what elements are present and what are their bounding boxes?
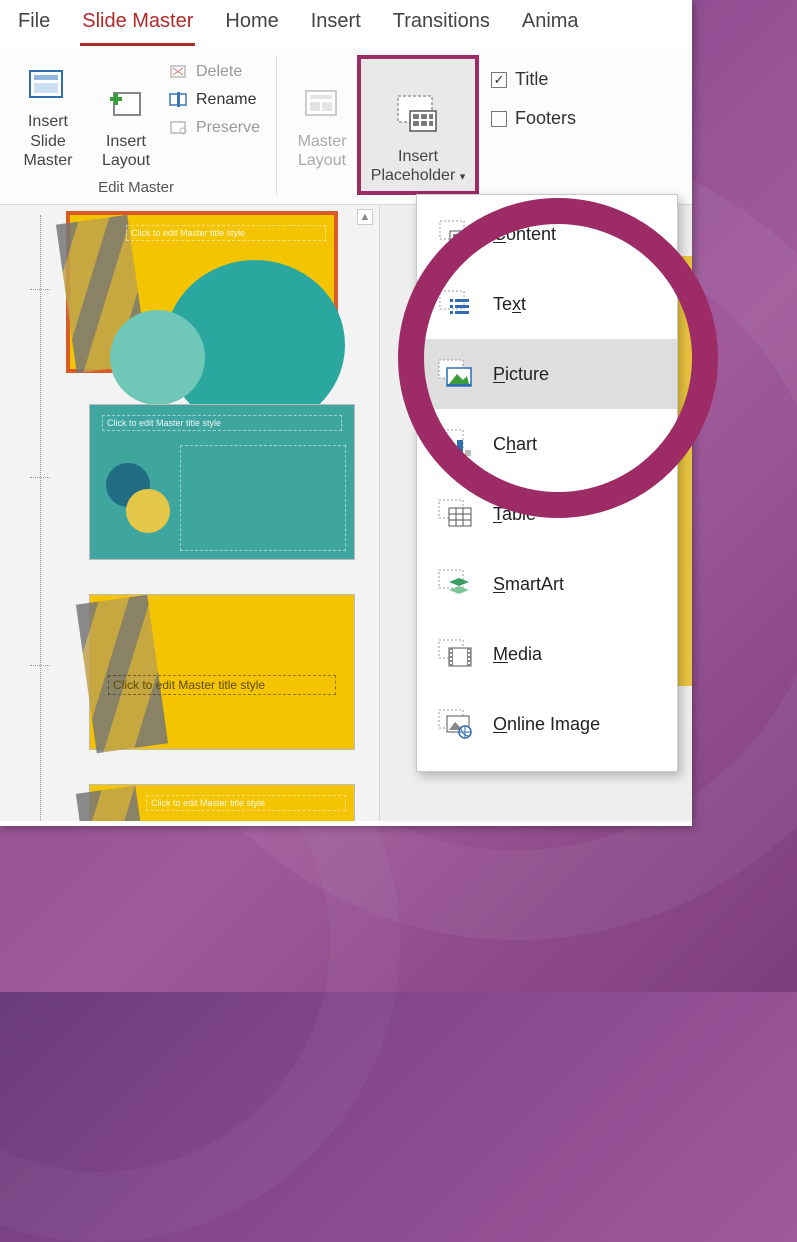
- insert-placeholder-icon: [394, 93, 442, 141]
- chevron-down-icon: ▾: [460, 171, 466, 183]
- checkbox-checked-icon: ✓: [491, 72, 507, 88]
- insert-layout-label: Insert Layout: [93, 132, 159, 170]
- tab-slide-master[interactable]: Slide Master: [80, 6, 195, 46]
- thumbnail-title-placeholder: Click to edit Master title style: [102, 415, 342, 431]
- checkbox-unchecked-icon: [491, 111, 507, 127]
- layout-thumbnail-3[interactable]: Click to edit Master title style: [90, 785, 354, 821]
- placeholder-option-chart[interactable]: Chart: [417, 409, 677, 479]
- placeholder-option-smartart[interactable]: SmartArt: [417, 549, 677, 619]
- tree-tick: [30, 289, 50, 290]
- media-icon: [437, 637, 475, 671]
- tree-tick: [30, 665, 50, 666]
- layout-thumbnail-2[interactable]: Click to edit Master title style: [90, 595, 354, 749]
- outline-tree-line: [40, 215, 41, 821]
- placeholder-checkboxes: ✓ Title Footers: [479, 55, 584, 129]
- insert-placeholder-button[interactable]: Insert Placeholder ▾: [361, 59, 475, 191]
- rename-label: Rename: [196, 91, 256, 109]
- insert-layout-button[interactable]: Insert Layout: [90, 55, 162, 177]
- picture-icon: [437, 357, 475, 391]
- thumbnail-title-placeholder: Click to edit Master title style: [108, 675, 336, 695]
- tab-home[interactable]: Home: [223, 6, 280, 46]
- powerpoint-window: File Slide Master Home Insert Transition…: [0, 0, 692, 826]
- master-layout-icon: [301, 84, 343, 124]
- placeholder-option-label: Online Image: [493, 714, 600, 735]
- preserve-button: Preserve: [162, 117, 266, 139]
- slide-thumbnail-pane[interactable]: ▲ Click to edit Master title style Click…: [0, 205, 380, 821]
- thumbnail-graphic: [126, 489, 170, 533]
- delete-label: Delete: [196, 63, 242, 81]
- footers-checkbox[interactable]: Footers: [491, 108, 576, 129]
- placeholder-option-content[interactable]: Content: [417, 199, 677, 269]
- tab-insert[interactable]: Insert: [309, 6, 363, 46]
- insert-slide-master-button[interactable]: Insert Slide Master: [6, 55, 90, 177]
- table-icon: [437, 497, 475, 531]
- title-checkbox-label: Title: [515, 69, 548, 90]
- placeholder-option-media[interactable]: Media: [417, 619, 677, 689]
- text-icon: [437, 287, 475, 321]
- tab-transitions[interactable]: Transitions: [391, 6, 492, 46]
- content-icon: [437, 217, 475, 251]
- chart-icon: [437, 427, 475, 461]
- placeholder-option-online-image[interactable]: Online Image: [417, 689, 677, 759]
- thumbnail-title-placeholder: Click to edit Master title style: [126, 225, 326, 241]
- placeholder-option-label: Table: [493, 504, 536, 525]
- insert-slide-master-icon: [27, 64, 69, 104]
- placeholder-option-table[interactable]: Table: [417, 479, 677, 549]
- preserve-icon: [168, 119, 190, 137]
- tree-tick: [30, 477, 50, 478]
- rename-icon: [168, 91, 190, 109]
- placeholder-option-picture[interactable]: Picture: [417, 339, 677, 409]
- title-checkbox[interactable]: ✓ Title: [491, 69, 576, 90]
- thumbnail-body-placeholder: [180, 445, 346, 551]
- ribbon-group-master-layout: Master Layout Insert Placeholder ▾: [287, 55, 584, 195]
- placeholder-option-label: Content: [493, 224, 556, 245]
- placeholder-option-text[interactable]: Text: [417, 269, 677, 339]
- ribbon-tabs: File Slide Master Home Insert Transition…: [0, 0, 692, 47]
- placeholder-option-label: SmartArt: [493, 574, 564, 595]
- delete-button: Delete: [162, 61, 266, 83]
- tab-animations[interactable]: Anima: [520, 6, 581, 46]
- insert-placeholder-highlight: Insert Placeholder ▾: [357, 55, 479, 195]
- master-layout-button: Master Layout: [287, 55, 357, 177]
- edit-master-mini-buttons: Delete Rename Preserve: [162, 55, 266, 139]
- layout-thumbnail-1[interactable]: Click to edit Master title style: [90, 405, 354, 559]
- thumbnail-graphic: [76, 786, 156, 821]
- ribbon-group-edit-master: Insert Slide Master Insert Layout: [6, 55, 266, 200]
- insert-layout-icon: [105, 84, 147, 124]
- slide-master-thumbnail[interactable]: Click to edit Master title style: [70, 215, 334, 369]
- tab-file[interactable]: File: [16, 6, 52, 46]
- insert-slide-master-label: Insert Slide Master: [9, 112, 87, 170]
- thumbnail-graphic: [110, 310, 205, 405]
- scroll-up-button[interactable]: ▲: [357, 209, 373, 225]
- placeholder-option-label: Picture: [493, 364, 549, 385]
- group-label-edit-master: Edit Master: [98, 177, 174, 200]
- ribbon-separator: [276, 55, 277, 195]
- preserve-label: Preserve: [196, 119, 260, 137]
- smartart-icon: [437, 567, 475, 601]
- placeholder-option-label: Text: [493, 294, 526, 315]
- master-layout-label: Master Layout: [290, 132, 354, 170]
- ribbon: Insert Slide Master Insert Layout: [0, 47, 692, 205]
- placeholder-option-label: Chart: [493, 434, 537, 455]
- rename-button[interactable]: Rename: [162, 89, 266, 111]
- thumbnail-title-placeholder: Click to edit Master title style: [146, 795, 346, 811]
- delete-icon: [168, 63, 190, 81]
- insert-placeholder-dropdown: Content Text Picture Chart Table: [416, 194, 678, 772]
- placeholder-option-label: Media: [493, 644, 542, 665]
- online-image-icon: [437, 707, 475, 741]
- footers-checkbox-label: Footers: [515, 108, 576, 129]
- thumbnail-graphic: [76, 595, 168, 754]
- insert-placeholder-label: Insert Placeholder ▾: [361, 147, 475, 185]
